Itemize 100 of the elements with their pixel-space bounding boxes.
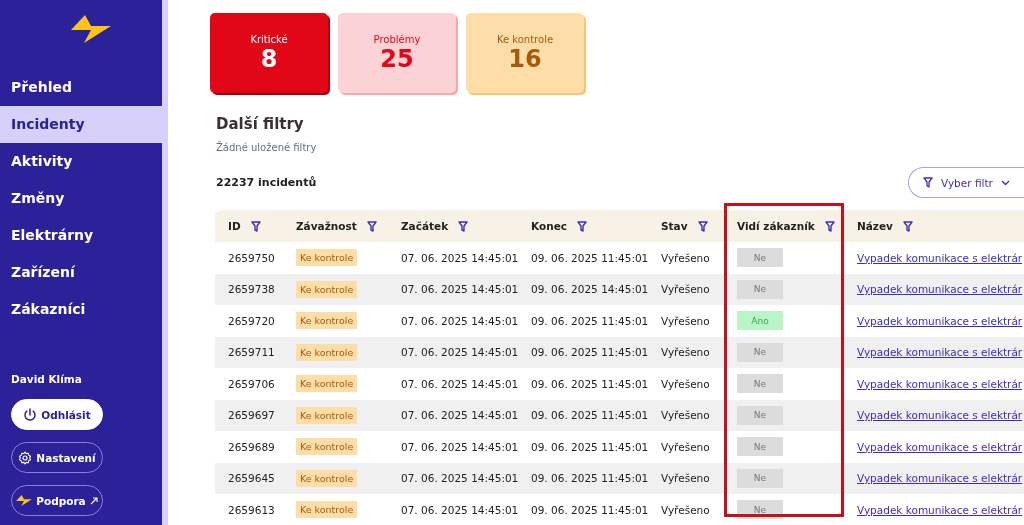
filter-icon[interactable] <box>824 220 835 232</box>
logout-button[interactable]: Odhlásit <box>11 399 103 430</box>
filter-icon[interactable] <box>250 220 261 232</box>
gear-icon <box>18 450 33 465</box>
filter-icon[interactable] <box>458 220 469 232</box>
chevron-down-icon <box>1000 179 1010 186</box>
summary-card[interactable]: Kritické 8 <box>210 13 328 93</box>
visibility-tag: Ano <box>737 311 783 331</box>
table-cell: Vyřešeno <box>661 440 710 453</box>
severity-tag: Ke kontrole <box>296 438 358 456</box>
table-cell: Vyřešeno <box>661 377 710 390</box>
user-name: David Klíma <box>11 373 83 385</box>
empty-filters-text: Žádné uložené filtry <box>216 142 318 153</box>
table-cell: Vyřešeno <box>661 503 710 516</box>
incident-link[interactable]: Vypadek komunikace s elektrár <box>857 503 1023 516</box>
lightning-logo-icon <box>71 15 111 43</box>
incident-link[interactable]: Vypadek komunikace s elektrár <box>857 472 1023 485</box>
column-header: ID <box>228 220 241 232</box>
summary-card[interactable]: Problémy 25 <box>338 13 456 93</box>
card-label: Ke kontrole <box>496 33 554 45</box>
visibility-tag: Ne <box>737 437 783 457</box>
table-cell: 09. 06. 2025 11:45:01 <box>531 251 649 264</box>
table-cell: 07. 06. 2025 14:45:01 <box>401 314 519 327</box>
nav-item[interactable]: Zákazníci <box>0 291 168 328</box>
severity-tag: Ke kontrole <box>296 312 358 330</box>
column-header: Název <box>857 220 893 232</box>
table-cell: 09. 06. 2025 11:45:01 <box>531 346 649 359</box>
external-link-icon <box>89 496 98 505</box>
table-cell: Vyřešeno <box>661 314 710 327</box>
summary-card[interactable]: Ke kontrole 16 <box>466 13 584 93</box>
table-cell: Vyřešeno <box>661 283 710 296</box>
incident-link[interactable]: Vypadek komunikace s elektrár <box>857 346 1023 359</box>
column-header: Konec <box>531 220 567 232</box>
filter-icon[interactable] <box>902 220 913 232</box>
table-cell: 07. 06. 2025 14:45:01 <box>401 377 519 390</box>
card-label: Kritické <box>250 33 288 45</box>
incident-link[interactable]: Vypadek komunikace s elektrár <box>857 314 1023 327</box>
severity-tag: Ke kontrole <box>296 406 358 424</box>
incident-link[interactable]: Vypadek komunikace s elektrár <box>857 440 1023 453</box>
table-cell: 2659750 <box>228 251 275 264</box>
nav-item[interactable]: Změny <box>0 180 168 217</box>
table-cell: 2659711 <box>228 346 275 359</box>
nav-item[interactable]: Aktivity <box>0 143 168 180</box>
table-cell: Vyřešeno <box>661 251 710 264</box>
table-cell: 07. 06. 2025 14:45:01 <box>401 251 519 264</box>
table-cell: 2659645 <box>228 472 275 485</box>
visibility-tag: Ne <box>737 279 783 299</box>
table-cell: 07. 06. 2025 14:45:01 <box>401 283 519 296</box>
table-cell: 07. 06. 2025 14:45:01 <box>401 409 519 422</box>
nav-item[interactable]: Přehled <box>0 69 168 106</box>
table-cell: 09. 06. 2025 11:45:01 <box>531 314 649 327</box>
table-cell: 09. 06. 2025 11:45:01 <box>531 503 649 516</box>
nav-item[interactable]: Elektrárny <box>0 217 168 254</box>
card-label: Problémy <box>373 33 421 45</box>
table-cell: 2659720 <box>228 314 275 327</box>
severity-tag: Ke kontrole <box>296 501 358 519</box>
table-cell: 09. 06. 2025 11:45:01 <box>531 409 649 422</box>
lightning-icon <box>16 495 33 506</box>
power-icon <box>23 407 38 422</box>
filter-select-button[interactable]: Vyber filtr <box>908 167 1024 198</box>
visibility-tag: Ne <box>737 248 783 268</box>
table-cell: 09. 06. 2025 11:45:01 <box>531 377 649 390</box>
severity-tag: Ke kontrole <box>296 343 358 361</box>
card-count: 25 <box>380 44 414 73</box>
incident-link[interactable]: Vypadek komunikace s elektrár <box>857 251 1023 264</box>
incident-link[interactable]: Vypadek komunikace s elektrár <box>857 283 1023 296</box>
table-cell: 2659697 <box>228 409 275 422</box>
column-header: Začátek <box>401 220 449 232</box>
section-title: Další filtry <box>216 115 305 133</box>
table-cell: 07. 06. 2025 14:45:01 <box>401 346 519 359</box>
visibility-tag: Ne <box>737 405 783 425</box>
table-cell: 09. 06. 2025 14:45:01 <box>531 283 649 296</box>
table-cell: 2659689 <box>228 440 275 453</box>
table-cell: Vyřešeno <box>661 346 710 359</box>
severity-tag: Ke kontrole <box>296 280 358 298</box>
table-cell: 09. 06. 2025 11:45:01 <box>531 440 649 453</box>
table-cell: 2659613 <box>228 503 275 516</box>
filter-icon[interactable] <box>697 220 708 232</box>
filter-icon[interactable] <box>577 220 587 232</box>
column-header: Vidí zákazník <box>737 220 815 232</box>
filter-icon <box>923 177 933 188</box>
column-header: Závažnost <box>296 220 357 232</box>
card-count: 8 <box>260 44 278 73</box>
filter-icon[interactable] <box>366 220 377 232</box>
table-cell: 2659738 <box>228 283 275 296</box>
nav-item[interactable]: Zařízení <box>0 254 168 291</box>
table-cell: 2659706 <box>228 377 275 390</box>
visibility-tag: Ne <box>737 374 783 394</box>
column-header: Stav <box>661 220 688 232</box>
incident-link[interactable]: Vypadek komunikace s elektrár <box>857 409 1023 422</box>
incident-link[interactable]: Vypadek komunikace s elektrár <box>857 377 1023 390</box>
table-cell: Vyřešeno <box>661 472 710 485</box>
table-cell: Vyřešeno <box>661 409 710 422</box>
severity-tag: Ke kontrole <box>296 375 358 393</box>
visibility-tag: Ne <box>737 342 783 362</box>
table-cell: 07. 06. 2025 14:45:01 <box>401 503 519 516</box>
severity-tag: Ke kontrole <box>296 469 358 487</box>
incident-count: 22237 incidentů <box>216 176 317 189</box>
table-cell: 07. 06. 2025 14:45:01 <box>401 440 519 453</box>
table-cell: 07. 06. 2025 14:45:01 <box>401 472 519 485</box>
